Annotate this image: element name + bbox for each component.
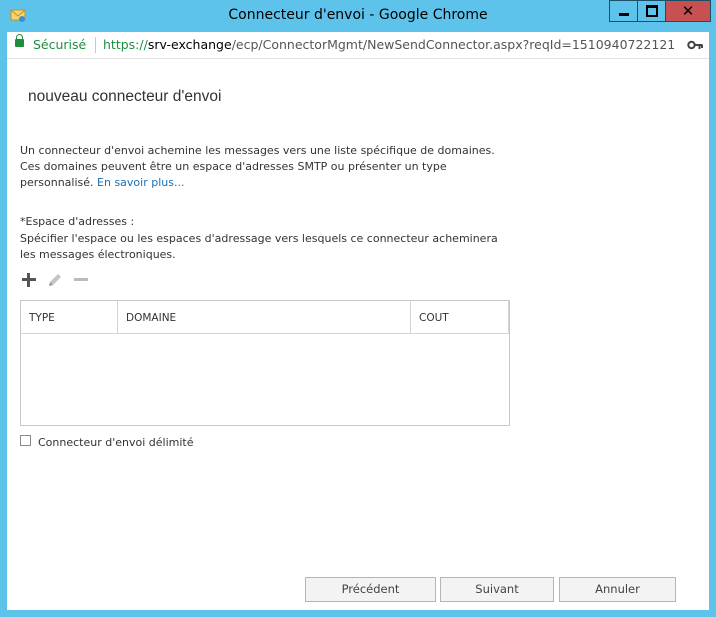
address-space-table[interactable]: TYPE DOMAINE COUT (20, 300, 510, 426)
cancel-button[interactable]: Annuler (559, 577, 676, 602)
address-space-label: *Espace d'adresses : (20, 215, 135, 228)
lock-icon (15, 34, 24, 47)
maximize-button[interactable] (637, 0, 666, 22)
title-bar[interactable]: Connecteur d'envoi - Google Chrome ✕ (0, 0, 716, 32)
close-button[interactable]: ✕ (665, 0, 711, 22)
scoped-connector-label[interactable]: Connecteur d'envoi délimité (38, 436, 194, 449)
secure-label[interactable]: Sécurisé (33, 37, 86, 52)
column-header-domain[interactable]: DOMAINE (118, 301, 411, 333)
page-title: nouveau connecteur d'envoi (28, 88, 222, 105)
learn-more-link[interactable]: En savoir plus... (97, 176, 184, 189)
minimize-button[interactable] (609, 0, 638, 22)
address-separator (95, 37, 96, 53)
url-path: /ecp/ConnectorMgmt/NewSendConnector.aspx… (231, 37, 676, 52)
remove-icon[interactable] (72, 271, 90, 289)
key-icon[interactable] (687, 38, 703, 52)
next-button[interactable]: Suivant (440, 577, 554, 602)
table-header: TYPE DOMAINE COUT (21, 301, 509, 334)
edit-icon[interactable] (46, 271, 64, 289)
description-body: Un connecteur d'envoi achemine les messa… (20, 144, 495, 189)
column-header-cost[interactable]: COUT (411, 301, 509, 333)
description-text: Un connecteur d'envoi achemine les messa… (20, 143, 506, 191)
url-host: srv-exchange (147, 37, 232, 52)
dialog-content: nouveau connecteur d'envoi Un connecteur… (7, 58, 709, 610)
add-icon[interactable] (20, 271, 38, 289)
column-header-type[interactable]: TYPE (21, 301, 118, 333)
close-icon: ✕ (681, 2, 695, 20)
url-text[interactable]: https://srv-exchange/ecp/ConnectorMgmt/N… (103, 37, 681, 52)
address-space-help: Spécifier l'espace ou les espaces d'adre… (20, 232, 498, 261)
url-protocol: https:// (103, 37, 148, 52)
previous-button[interactable]: Précédent (305, 577, 436, 602)
address-bar[interactable]: Sécurisé https://srv-exchange/ecp/Connec… (7, 32, 709, 58)
scoped-connector-checkbox[interactable] (20, 435, 31, 446)
